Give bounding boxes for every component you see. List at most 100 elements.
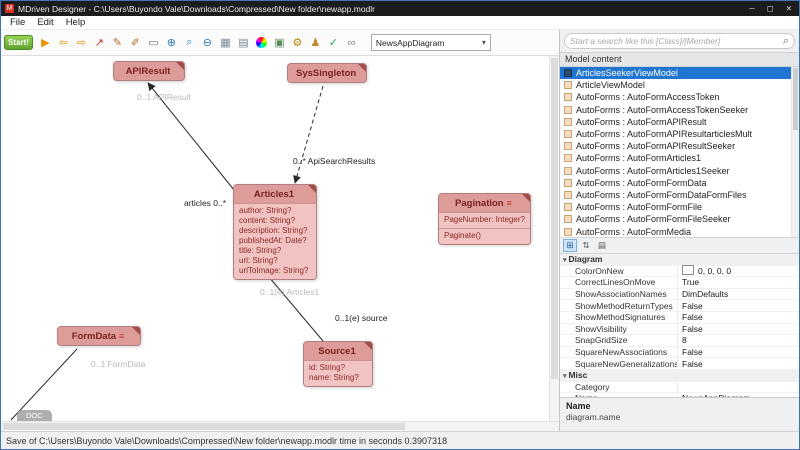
- canvas-horizontal-scrollbar[interactable]: [1, 421, 559, 431]
- model-content-header: Model content: [560, 52, 799, 67]
- property-value: DimDefaults: [678, 289, 799, 299]
- minimize-button[interactable]: ─: [749, 4, 754, 13]
- select-area-icon[interactable]: ▭: [145, 34, 162, 52]
- model-content-item[interactable]: AutoForms : AutoFormFormFile: [560, 201, 799, 213]
- class-name: APIResult: [114, 62, 184, 80]
- back-arrow-icon[interactable]: ⇦: [55, 34, 72, 52]
- property-row[interactable]: CorrectLinesOnMove True: [560, 277, 799, 289]
- class-icon: [564, 191, 572, 199]
- property-row[interactable]: Category: [560, 382, 799, 394]
- model-content-item-label: AutoForms : AutoFormAPIResult: [576, 117, 707, 127]
- maximize-button[interactable]: ▢: [767, 4, 774, 13]
- canvas-vertical-scrollbar[interactable]: [549, 56, 559, 421]
- property-description-text: diagram.name: [566, 412, 793, 422]
- actions-icon[interactable]: ⚙: [289, 34, 306, 52]
- chevron-down-icon: ▾: [482, 38, 486, 47]
- class-box-formdata[interactable]: FormData≡: [57, 326, 141, 346]
- toolbar-icon-glyph: ▶: [41, 36, 49, 49]
- diagram-canvas[interactable]: APIResult SysSingleton Articles1 author:…: [1, 56, 549, 421]
- property-row[interactable]: SquareNewAssociations False: [560, 347, 799, 359]
- scrollbar-thumb[interactable]: [3, 423, 405, 430]
- class-name: Source1: [304, 342, 372, 360]
- property-name: Category: [560, 382, 678, 392]
- property-row[interactable]: SquareNewGeneralizations False: [560, 358, 799, 370]
- property-row[interactable]: ShowMethodSignatures False: [560, 312, 799, 324]
- categorized-icon[interactable]: ⊞: [563, 239, 577, 252]
- class-box-apiresult[interactable]: APIResult: [113, 61, 185, 81]
- class-attribute: content: String?: [239, 216, 311, 226]
- users-icon[interactable]: ♟: [307, 34, 324, 52]
- model-content-item[interactable]: AutoForms : AutoFormAPIResult: [560, 116, 799, 128]
- property-value: True: [678, 277, 799, 287]
- scrollbar-thumb[interactable]: [793, 68, 798, 130]
- color-wheel-icon[interactable]: [253, 34, 270, 52]
- viewmodel-icon[interactable]: ▣: [271, 34, 288, 52]
- class-box-source1[interactable]: Source1 id: String?name: String?: [303, 341, 373, 387]
- zoom-lens-icon[interactable]: ⌕: [181, 34, 198, 52]
- property-value: 0, 0, 0, 0: [678, 265, 799, 276]
- property-row[interactable]: ShowVisibility False: [560, 324, 799, 336]
- model-content-item[interactable]: AutoForms : AutoFormMedia: [560, 225, 799, 237]
- model-content-item[interactable]: AutoForms : AutoFormAPIResultSeeker: [560, 140, 799, 152]
- class-box-articles1[interactable]: Articles1 author: String?content: String…: [233, 184, 317, 280]
- class-method: Paginate(): [444, 231, 525, 241]
- validate-icon[interactable]: ✓: [325, 34, 342, 52]
- search-input[interactable]: [570, 36, 783, 46]
- toolbar-icon-glyph: ▣: [274, 36, 284, 49]
- link-icon[interactable]: ∞: [343, 34, 360, 52]
- class-icon: [564, 93, 572, 101]
- class-box-pagination[interactable]: Pagination≡ PageNumber: Integer? Paginat…: [438, 193, 531, 245]
- close-button[interactable]: ✕: [786, 4, 792, 13]
- dependency-line: [295, 86, 323, 183]
- class-name: SysSingleton: [288, 64, 366, 82]
- diagram-selector[interactable]: NewsAppDiagram ▾: [371, 34, 491, 51]
- zoom-in-icon[interactable]: ⊕: [163, 34, 180, 52]
- doc-tab[interactable]: DOC: [17, 410, 52, 421]
- model-content-item[interactable]: AutoForms : AutoFormAccessToken: [560, 91, 799, 103]
- property-row[interactable]: Diagram: [560, 254, 799, 266]
- draw-association-icon[interactable]: ✎: [109, 34, 126, 52]
- model-content-item[interactable]: AutoForms : AutoFormFormData: [560, 177, 799, 189]
- grid-view-icon[interactable]: ▦: [217, 34, 234, 52]
- forward-arrow-icon[interactable]: ⇨: [73, 34, 90, 52]
- scrollbar-thumb[interactable]: [551, 58, 558, 379]
- menu-item[interactable]: Edit: [31, 17, 59, 28]
- property-row[interactable]: ColorOnNew 0, 0, 0, 0: [560, 266, 799, 278]
- model-content-item[interactable]: AutoForms : AutoFormFormDataFormFiles: [560, 189, 799, 201]
- property-pages-icon[interactable]: ▤: [595, 239, 609, 252]
- model-content-item[interactable]: ArticlesSeekerViewModel: [560, 67, 799, 79]
- model-content-item[interactable]: AutoForms : AutoFormAccessTokenSeeker: [560, 104, 799, 116]
- model-content-items: ArticlesSeekerViewModel ArticleViewModel…: [560, 67, 799, 237]
- table-view-icon[interactable]: ▤: [235, 34, 252, 52]
- property-row[interactable]: ShowAssociationNames DimDefaults: [560, 289, 799, 301]
- zoom-out-icon[interactable]: ⊖: [199, 34, 216, 52]
- class-box-syssingleton[interactable]: SysSingleton: [287, 63, 367, 83]
- toolbar-icons: ▶ ⇦ ⇨ ↗ ✎ ✐ ▭ ⊕: [37, 34, 360, 52]
- menubar: File Edit Help: [1, 16, 799, 30]
- model-content-item[interactable]: AutoForms : AutoFormFormFileSeeker: [560, 213, 799, 225]
- start-button[interactable]: Start!: [4, 35, 33, 50]
- run-icon[interactable]: ▶: [37, 34, 54, 52]
- model-content-scrollbar[interactable]: [791, 67, 799, 237]
- app-window: M MDriven Designer - C:\Users\Buyondo Va…: [0, 0, 800, 450]
- model-content-item[interactable]: AutoForms : AutoFormArticles1: [560, 152, 799, 164]
- model-content-item[interactable]: ArticleViewModel: [560, 79, 799, 91]
- property-row[interactable]: Misc: [560, 370, 799, 382]
- search-icon[interactable]: ⌕: [783, 36, 789, 46]
- draw-generalization-icon[interactable]: ✐: [127, 34, 144, 52]
- model-content-item[interactable]: AutoForms : AutoFormAPIResultarticlesMul…: [560, 128, 799, 140]
- model-content-item[interactable]: AutoForms : AutoFormArticles1Seeker: [560, 165, 799, 177]
- toolbar-icon-glyph: ✐: [131, 36, 140, 49]
- property-row[interactable]: ShowMethodReturnTypes False: [560, 300, 799, 312]
- menu-item[interactable]: Help: [60, 17, 92, 28]
- class-icon: [564, 118, 572, 126]
- toolbar-icon-glyph: ⇦: [59, 36, 68, 49]
- property-name: SnapGridSize: [560, 335, 678, 345]
- persistence-icon: ≡: [119, 331, 124, 341]
- navigate-icon[interactable]: ↗: [91, 34, 108, 52]
- class-icon: [564, 106, 572, 114]
- menu-item[interactable]: File: [4, 17, 31, 28]
- alphabetical-icon[interactable]: ⇅: [579, 239, 593, 252]
- property-row[interactable]: SnapGridSize 8: [560, 335, 799, 347]
- property-description-panel: Name diagram.name: [560, 397, 799, 431]
